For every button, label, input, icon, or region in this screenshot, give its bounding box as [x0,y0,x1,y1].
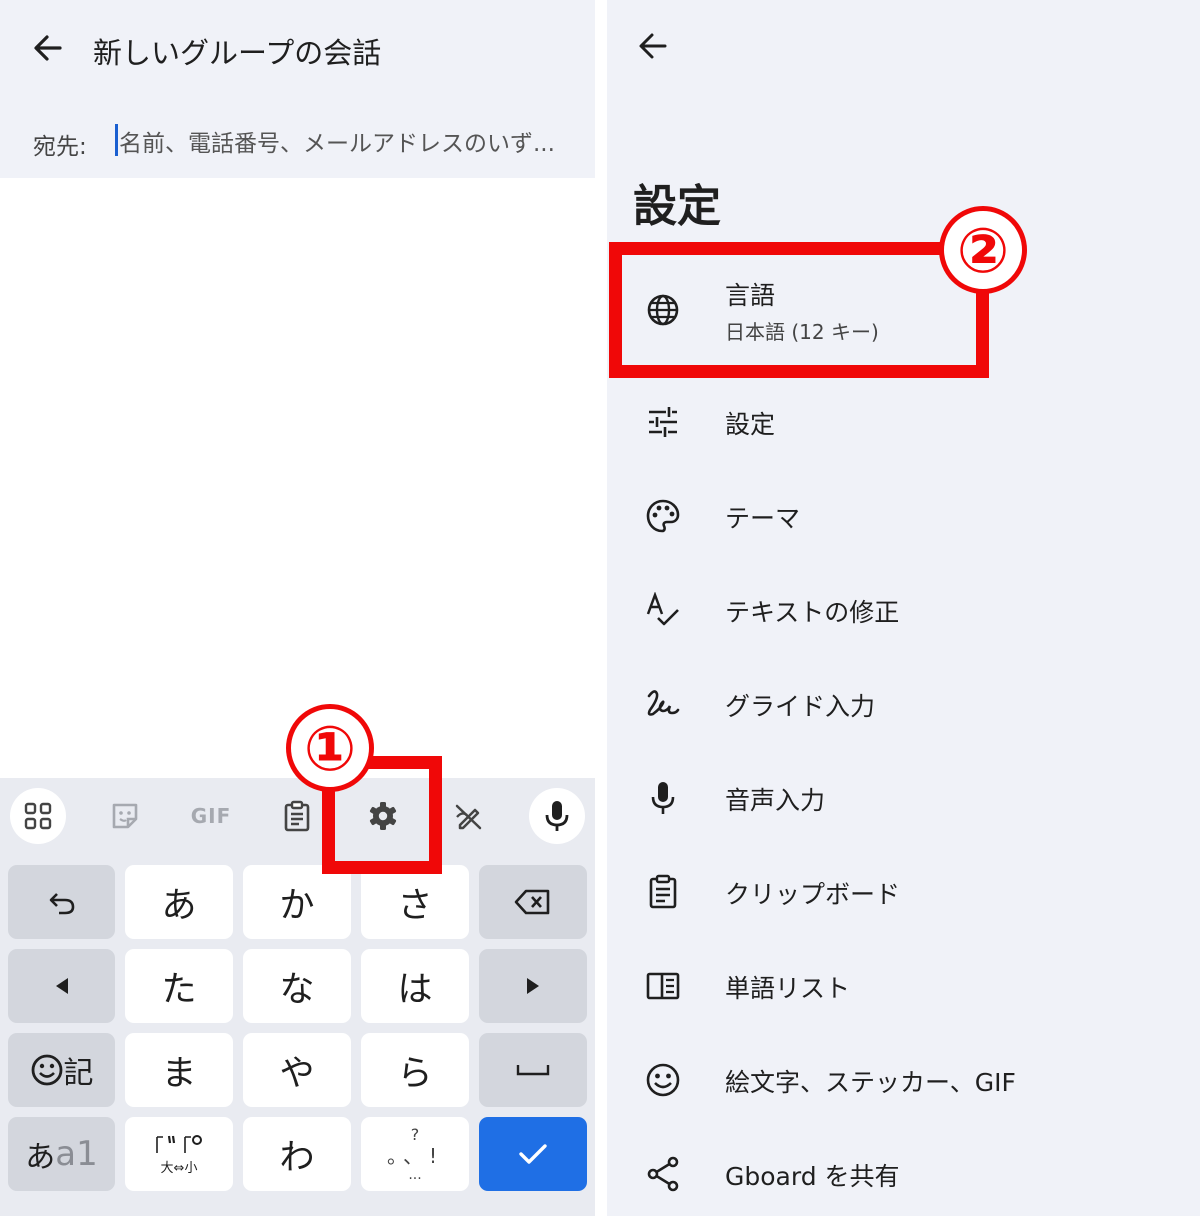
gesture-icon [645,686,681,722]
cursor-right-key[interactable] [479,949,587,1023]
recipient-input[interactable]: 名前、電話番号、メールアドレスのいず... [119,124,555,158]
key-ta[interactable]: た [125,949,233,1023]
key-a[interactable]: あ [125,865,233,939]
settings-item-share[interactable]: Gboard を共有 [607,1126,1200,1216]
settings-item-preferences[interactable]: 設定 [607,374,1200,468]
settings-item-clipboard[interactable]: クリップボード [607,844,1200,938]
dictionary-icon [645,968,681,1004]
gboard-settings-screen: 設定 言語 日本語 (12 キー) 設定 テーマ テキストの修正 グライド入力 … [607,0,1200,1216]
key-ma[interactable]: ま [125,1033,233,1107]
settings-item-label: Gboard を共有 [725,1162,900,1191]
step-badge-2: ② [939,206,1027,294]
settings-title: 設定 [633,181,721,232]
voice-input-button[interactable] [529,788,585,844]
input-mode-key[interactable]: あ a1 [8,1117,115,1191]
key-ra[interactable]: ら [361,1033,469,1107]
to-label: 宛先: [33,134,87,160]
back-arrow-icon[interactable] [28,28,68,68]
triangle-right-icon [527,978,539,994]
pen-off-icon [455,804,482,830]
settings-item-label: 設定 [725,410,776,439]
key-sa[interactable]: さ [361,865,469,939]
space-icon [516,1065,550,1076]
dakuten-key[interactable]: 大⇔小 [125,1117,233,1191]
checkmark-icon [519,1144,547,1164]
emoji-symbol-key[interactable]: 記 [8,1033,115,1107]
mode-key-kana: あ [25,1140,56,1175]
settings-item-label: 音声入力 [725,786,826,815]
page-title: 新しいグループの会話 [93,36,382,70]
mic-icon [545,801,569,831]
emoji-key-label: 記 [63,1056,94,1091]
settings-item-label: グライド入力 [725,692,876,721]
sticker-icon [112,803,138,829]
undo-key[interactable] [8,865,115,939]
backspace-key[interactable] [479,865,587,939]
settings-item-label: テキストの修正 [725,598,900,627]
settings-item-dictionary[interactable]: 単語リスト [607,938,1200,1032]
mic-icon [645,780,681,816]
text-cursor [115,124,118,156]
gif-label: GIF [190,804,232,828]
key-wa[interactable]: わ [243,1117,351,1191]
settings-item-glide-typing[interactable]: グライド入力 [607,656,1200,750]
punct-key-bottom: ... [408,1167,422,1183]
settings-item-theme[interactable]: テーマ [607,468,1200,562]
mode-key-alnum: a1 [55,1134,98,1174]
punct-key-mid: 。、! [386,1144,444,1168]
share-icon [645,1156,681,1192]
backspace-icon [514,889,550,915]
settings-item-voice-input[interactable]: 音声入力 [607,750,1200,844]
palette-icon [645,498,681,534]
compose-header: 新しいグループの会話 宛先: 名前、電話番号、メールアドレスのいず... [0,0,595,178]
settings-item-text-correction[interactable]: テキストの修正 [607,562,1200,656]
settings-item-label: クリップボード [725,880,901,909]
key-na[interactable]: な [243,949,351,1023]
space-key[interactable] [479,1033,587,1107]
triangle-left-icon [55,978,68,994]
grid-icon [24,802,52,830]
highlight-box-language [609,242,989,378]
dakuten-key-sub: 大⇔小 [160,1160,198,1176]
clipboard-icon [284,800,310,832]
apps-grid-button[interactable] [10,788,66,844]
tune-icon [645,404,681,440]
dakuten-icon [156,1134,202,1153]
smiley-icon [31,1054,62,1086]
spellcheck-icon [645,592,681,628]
clipboard-button[interactable] [269,788,325,844]
gboard-keyboard: GIF あ か さ た な は 記 ま や ら あ a1 大⇔小 わ ? 。、!… [0,778,595,1216]
gif-button[interactable]: GIF [183,788,239,844]
clipboard-icon [645,874,681,910]
handwriting-button[interactable] [441,788,497,844]
key-ha[interactable]: は [361,949,469,1023]
messages-screen: 新しいグループの会話 宛先: 名前、電話番号、メールアドレスのいず... GIF [0,0,595,1216]
enter-key[interactable] [479,1117,587,1191]
settings-item-label: 絵文字、ステッカー、GIF [725,1068,1016,1097]
settings-item-label: テーマ [725,504,801,533]
step-badge-1: ① [286,704,374,792]
key-ya[interactable]: や [243,1033,351,1107]
sticker-button[interactable] [97,788,153,844]
emoji-icon [645,1062,681,1098]
cursor-left-key[interactable] [8,949,115,1023]
punctuation-key[interactable]: ? 。、! ... [361,1117,469,1191]
settings-item-label: 単語リスト [725,974,851,1003]
undo-icon [49,893,74,915]
panel-divider [595,0,607,1216]
back-arrow-icon[interactable] [633,26,673,66]
key-ka[interactable]: か [243,865,351,939]
punct-key-top: ? [410,1125,420,1144]
settings-item-emoji[interactable]: 絵文字、ステッカー、GIF [607,1032,1200,1126]
